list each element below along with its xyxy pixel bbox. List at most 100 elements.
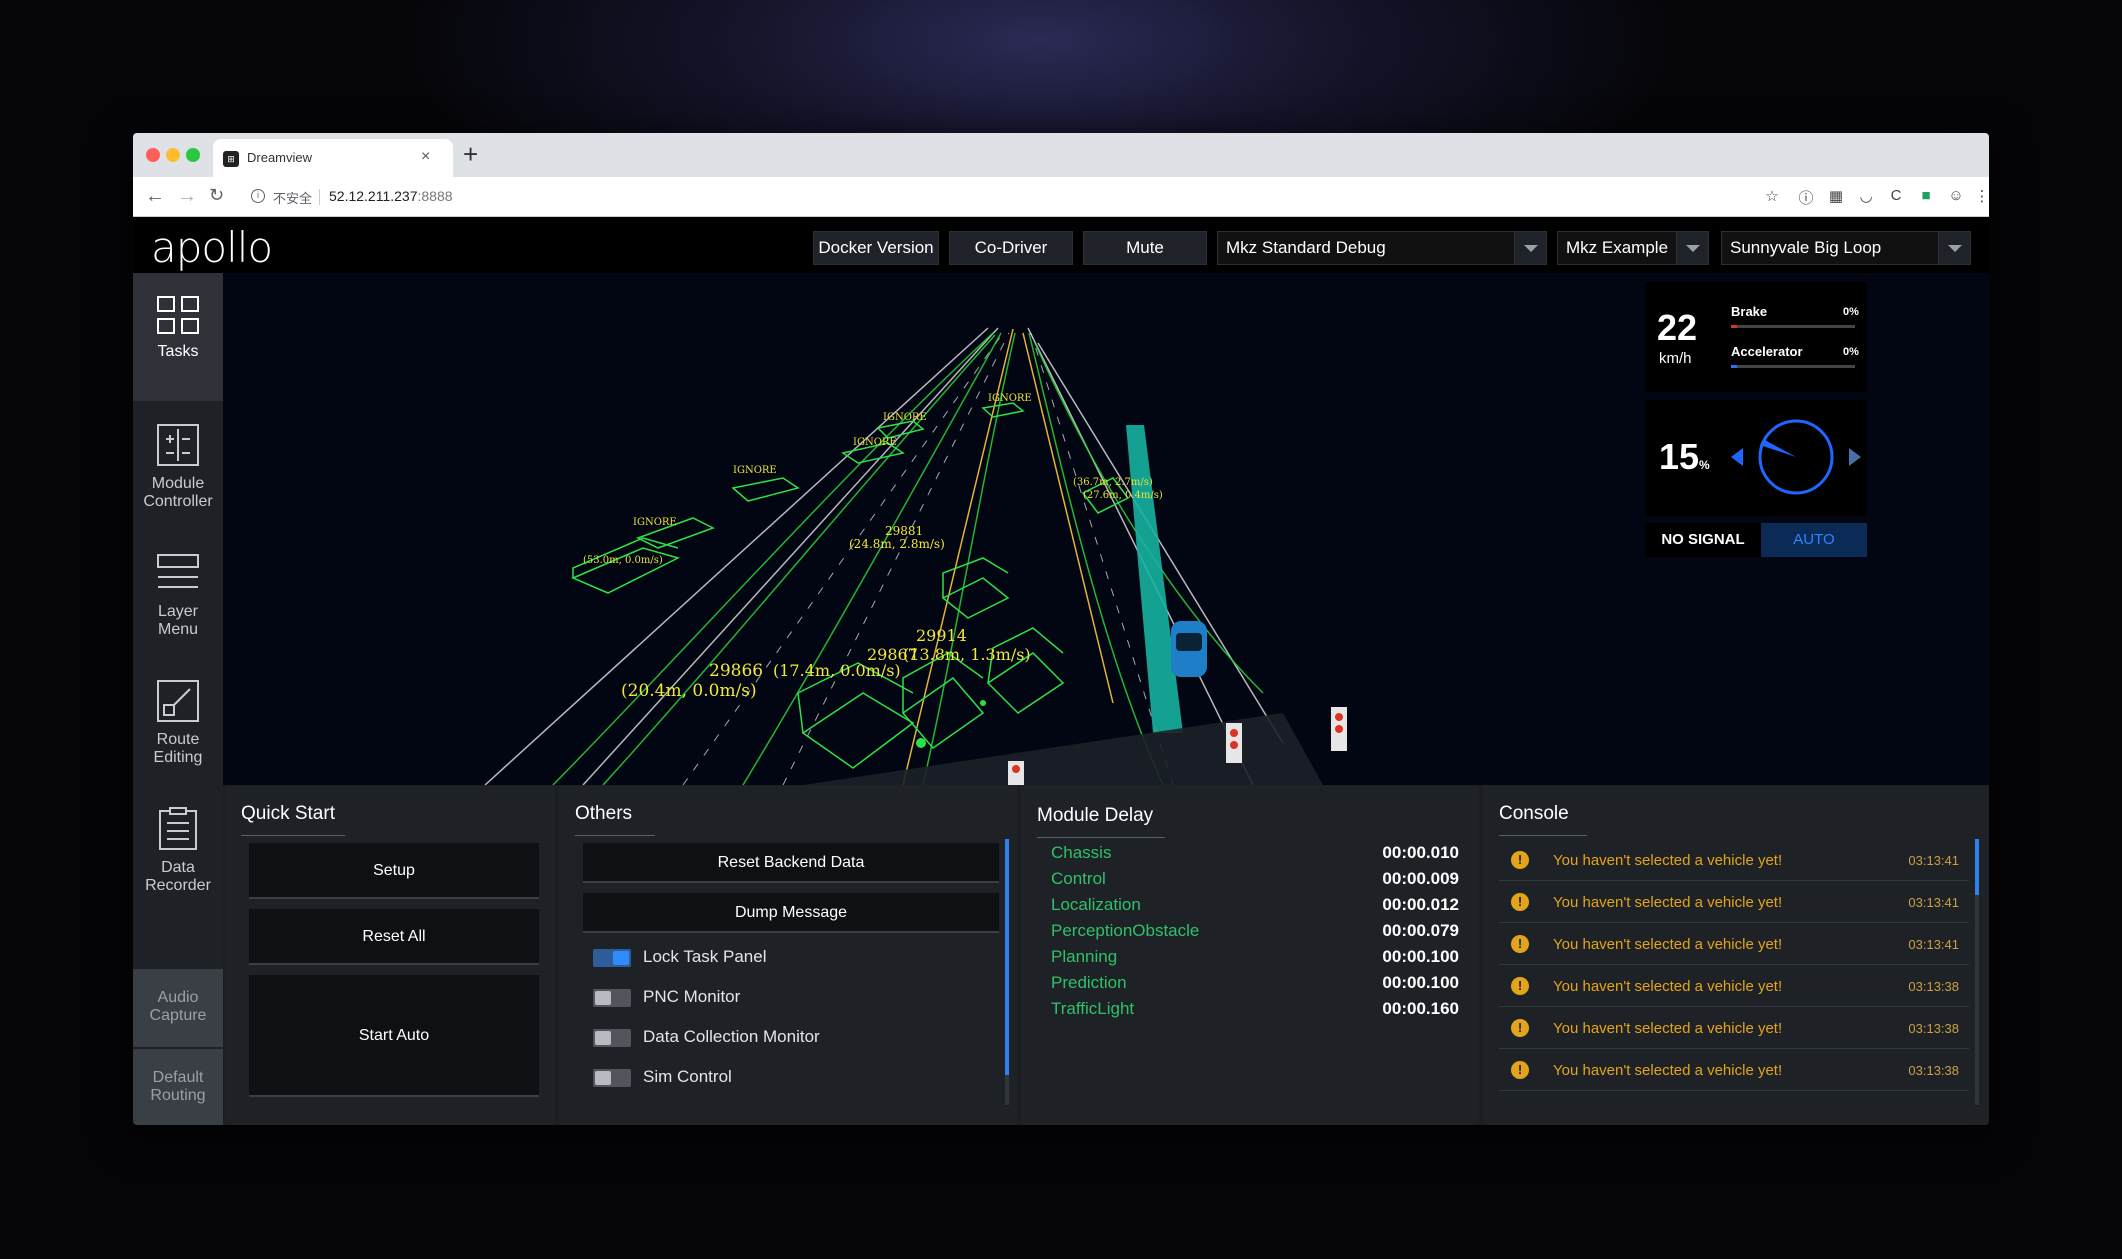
browser-tab[interactable]: ⊞ Dreamview × [213, 139, 453, 177]
obstacle-label: IGNORE [853, 437, 897, 448]
obstacle-label: IGNORE [883, 412, 927, 423]
sidebar-item-data-recorder[interactable]: Data Recorder [133, 785, 223, 913]
apollo-favicon-icon: ⊞ [223, 151, 239, 167]
extension-green-icon[interactable]: ■ [1917, 187, 1935, 204]
steering-dashboard: 15% [1645, 400, 1867, 516]
vehicle-select[interactable]: Mkz Example [1557, 231, 1709, 265]
module-controller-icon [157, 424, 199, 466]
url-field[interactable]: 52.12.211.237:8888 [329, 188, 453, 204]
bookmark-star-icon[interactable]: ☆ [1763, 187, 1781, 205]
warning-icon: ! [1511, 935, 1529, 953]
console-message: You haven't selected a vehicle yet! [1553, 852, 1783, 869]
minimize-window-button[interactable] [166, 148, 180, 162]
delay-module-name: PerceptionObstacle [1051, 921, 1200, 940]
console-timestamp: 03:13:41 [1908, 937, 1959, 952]
sidebar-item-module-controller[interactable]: Module Controller [133, 401, 223, 529]
obstacle-label-29881: 29881 [885, 524, 923, 538]
scrollbar-thumb[interactable] [1005, 839, 1009, 1075]
mode-select[interactable]: Mkz Standard Debug [1217, 231, 1547, 265]
tab-close-icon[interactable]: × [421, 148, 430, 166]
obstacle-wireframes [571, 402, 1130, 769]
map-select[interactable]: Sunnyvale Big Loop [1721, 231, 1971, 265]
start-auto-button[interactable]: Start Auto [249, 975, 539, 1097]
scene-view[interactable]: (53.0m, 0.0m/s) IGNORE IGNORE IGNORE IGN… [223, 273, 1989, 785]
pnc-monitor-toggle[interactable] [593, 989, 631, 1007]
reset-backend-data-button[interactable]: Reset Backend Data [583, 843, 999, 883]
reload-icon[interactable]: ↻ [209, 185, 224, 206]
sim-control-label: Sim Control [643, 1067, 732, 1086]
co-driver-button[interactable]: Co-Driver [949, 231, 1073, 265]
warning-icon: ! [1511, 1061, 1529, 1079]
brake-value: 0% [1843, 306, 1859, 318]
docker-version-button[interactable]: Docker Version [813, 231, 939, 265]
delay-module-name: Chassis [1051, 843, 1112, 862]
new-tab-icon[interactable]: + [463, 139, 478, 170]
data-collection-monitor-toggle[interactable] [593, 1029, 631, 1047]
setup-button[interactable]: Setup [249, 843, 539, 899]
audio-capture-button[interactable]: Audio Capture [133, 969, 223, 1047]
console-row: ! You haven't selected a vehicle yet! 03… [1499, 965, 1969, 1007]
console-scrollbar[interactable] [1975, 839, 1979, 1105]
sim-control-toggle[interactable] [593, 1069, 631, 1087]
app-header: apollo Docker Version Co-Driver Mute Mkz… [133, 217, 1989, 273]
delay-module-value: 00:00.100 [1382, 973, 1459, 992]
drive-mode-status: AUTO [1761, 523, 1867, 557]
delay-module-name: Localization [1051, 895, 1141, 914]
scrollbar-thumb[interactable] [1975, 839, 1979, 895]
warning-icon: ! [1511, 1019, 1529, 1037]
delay-module-value: 00:00.012 [1382, 895, 1459, 914]
extension-c-icon[interactable]: C [1887, 187, 1905, 204]
sidebar: Tasks Module Controller Layer Menu Route… [133, 273, 223, 1125]
default-routing-label: Default [152, 1069, 204, 1086]
extension-info-icon[interactable]: ⓘ [1797, 187, 1815, 208]
lock-task-panel-toggle[interactable] [593, 949, 631, 967]
sidebar-item-route-editing[interactable]: Route Editing [133, 657, 223, 785]
profile-avatar-icon[interactable]: ☺ [1947, 187, 1965, 204]
obstacle-label: (36.7m, 2.7m/s) [1073, 477, 1153, 488]
sidebar-item-label: Data [161, 859, 195, 876]
route-editing-icon [157, 680, 199, 722]
sidebar-item-layer-menu[interactable]: Layer Menu [133, 529, 223, 657]
sidebar-item-label: Layer [157, 603, 199, 620]
console-timestamp: 03:13:38 [1908, 1063, 1959, 1078]
console-message: You haven't selected a vehicle yet! [1553, 1062, 1783, 1079]
browser-tab-bar: ⊞ Dreamview × + [133, 133, 1989, 177]
console-title: Console [1499, 803, 1569, 824]
pocket-icon[interactable]: ◡ [1857, 187, 1875, 205]
delay-module-value: 00:00.160 [1382, 999, 1459, 1018]
dump-message-button[interactable]: Dump Message [583, 893, 999, 933]
mode-select-value: Mkz Standard Debug [1226, 238, 1386, 257]
quick-start-title: Quick Start [241, 803, 335, 824]
close-window-button[interactable] [146, 148, 160, 162]
obstacle-label: IGNORE [733, 465, 777, 476]
obstacle-label: (53.0m, 0.0m/s) [583, 555, 663, 566]
delay-module-name: Control [1051, 869, 1106, 888]
address-divider [319, 189, 320, 205]
qr-code-icon[interactable]: ▦ [1827, 187, 1845, 205]
security-label: 不安全 [273, 191, 313, 206]
audio-capture-label: Audio [157, 989, 199, 1006]
sidebar-item-label: Tasks [157, 343, 199, 360]
sidebar-item-label: Editing [153, 749, 203, 766]
vehicle-select-value: Mkz Example [1566, 238, 1669, 257]
console-timestamp: 03:13:38 [1908, 979, 1959, 994]
others-scrollbar[interactable] [1005, 839, 1009, 1105]
warning-icon: ! [1511, 893, 1529, 911]
browser-menu-icon[interactable]: ⋮ [1973, 187, 1990, 205]
apollo-logo: apollo [151, 223, 273, 272]
others-panel: Others Reset Backend Data Dump Message L… [559, 785, 1017, 1125]
mute-button[interactable]: Mute [1083, 231, 1207, 265]
back-arrow-icon[interactable]: ← [145, 185, 165, 208]
browser-window: ⊞ Dreamview × + ← → ↻ i 不安全 52.12.211.23… [133, 133, 1989, 1125]
console-message: You haven't selected a vehicle yet! [1553, 978, 1783, 995]
url-port: :8888 [417, 188, 453, 204]
default-routing-button[interactable]: Default Routing [133, 1049, 223, 1125]
console-message: You haven't selected a vehicle yet! [1553, 1020, 1783, 1037]
maximize-window-button[interactable] [186, 148, 200, 162]
info-icon[interactable]: i [251, 189, 265, 203]
turn-signal-status: NO SIGNAL [1645, 523, 1761, 557]
forward-arrow-icon[interactable]: → [177, 185, 197, 208]
sidebar-item-tasks[interactable]: Tasks [133, 273, 223, 401]
reset-all-button[interactable]: Reset All [249, 909, 539, 965]
toggle-knob [595, 1031, 611, 1045]
